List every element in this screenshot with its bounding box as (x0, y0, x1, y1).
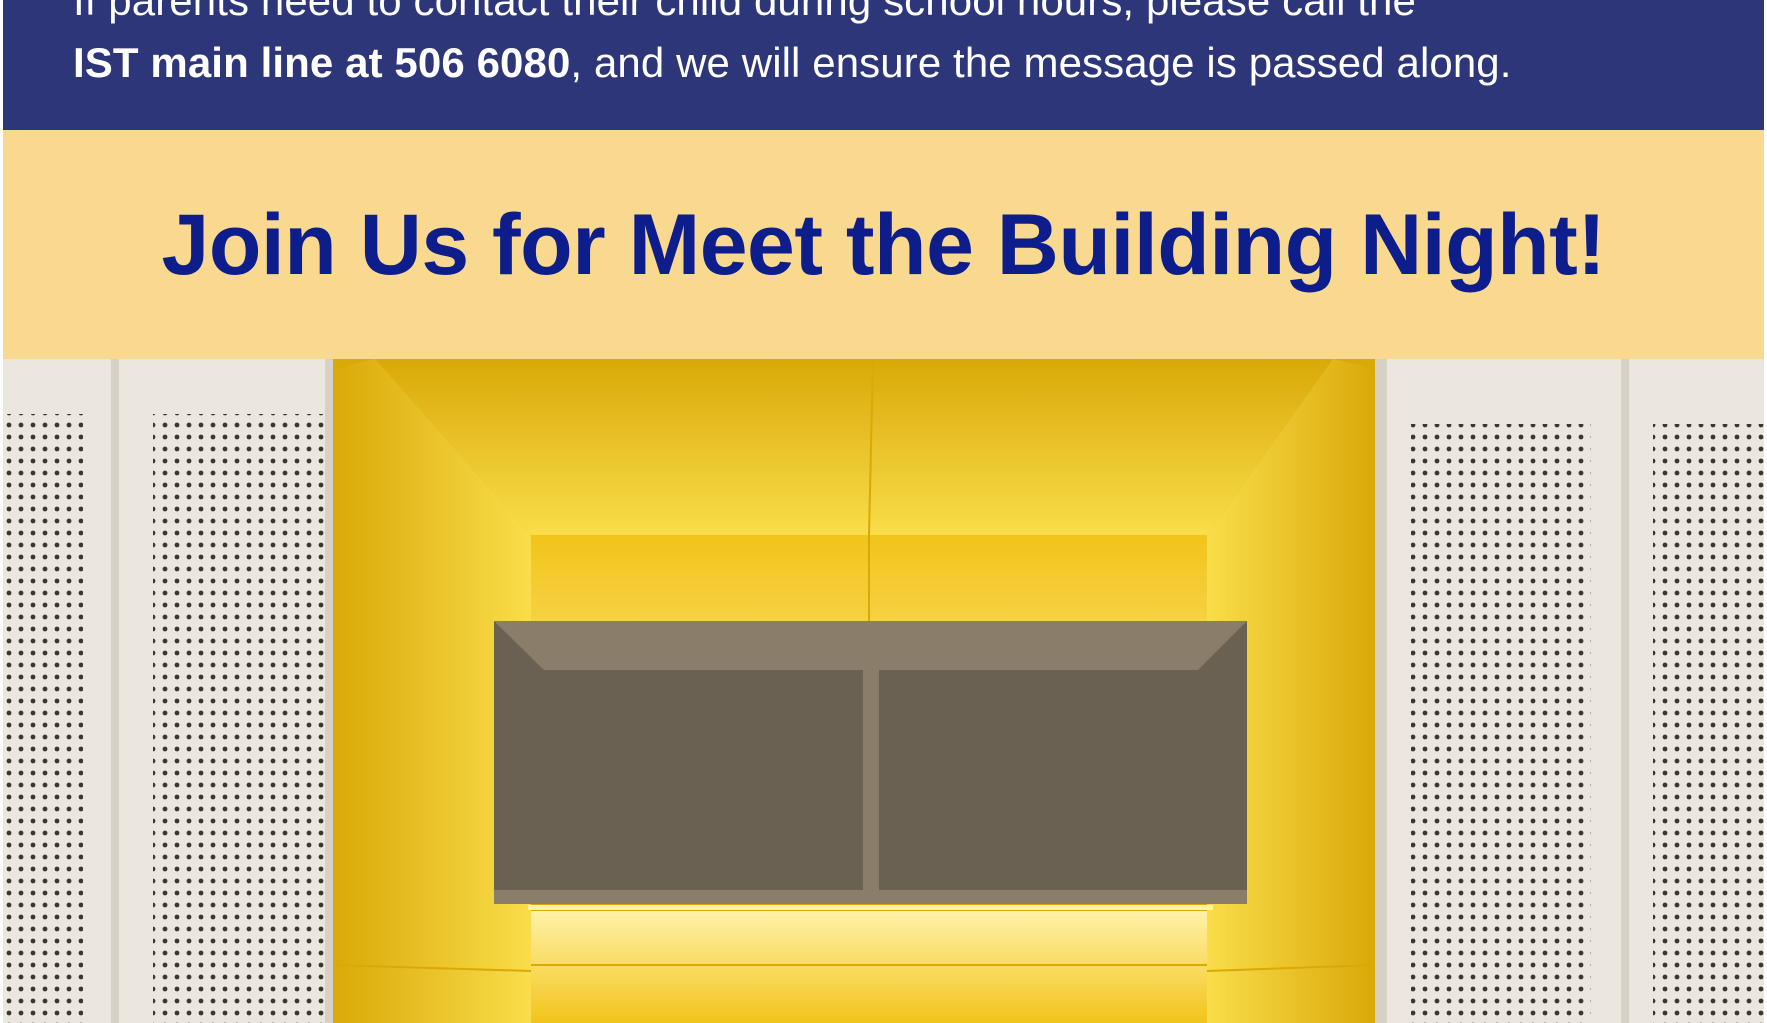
notice-phone-highlight: IST main line at 506 6080 (73, 39, 571, 86)
newsletter-page: If parents need to contact their child d… (0, 0, 1767, 1023)
booth-photo (3, 359, 1764, 1023)
booth-illustration (3, 359, 1764, 1023)
contact-notice: If parents need to contact their child d… (3, 0, 1764, 130)
notice-line-2-rest: , and we will ensure the message is pass… (570, 39, 1512, 86)
left-wall-panels (3, 359, 343, 1023)
right-wall-panels (1375, 359, 1764, 1023)
notice-line-2: IST main line at 506 6080, and we will e… (73, 38, 1512, 88)
event-banner: Join Us for Meet the Building Night! (3, 130, 1764, 359)
wooden-shelf (494, 621, 1247, 910)
notice-line-1: If parents need to contact their child d… (73, 0, 1416, 24)
event-heading: Join Us for Meet the Building Night! (161, 196, 1606, 293)
